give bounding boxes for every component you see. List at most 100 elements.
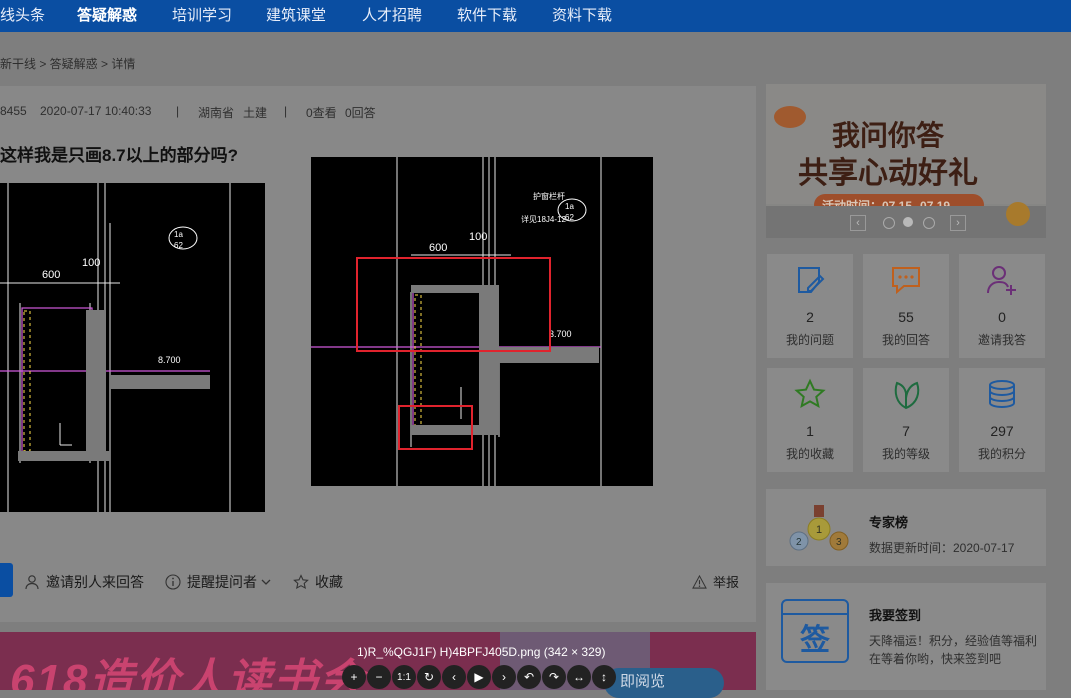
rotate-left-button[interactable]: ↶ — [517, 665, 541, 689]
collect-label: 收藏 — [315, 574, 343, 590]
highlight-box-top — [356, 257, 551, 352]
dim-label-100: 100 — [469, 231, 487, 243]
svg-text:3: 3 — [836, 537, 842, 548]
top-nav: 线头条 答疑解惑 培训学习 建筑课堂 人才招聘 软件下载 资料下载 — [0, 0, 1071, 32]
stat-card-favorites[interactable]: 1 我的收藏 — [767, 368, 853, 472]
add-user-icon — [987, 266, 1016, 295]
report-button[interactable]: 举报 — [692, 572, 739, 591]
stat-value: 0 — [998, 309, 1006, 325]
star-outline-icon — [293, 574, 309, 590]
question-image-2[interactable]: 600 100 3.700 护窗栏杆 详见18J4-12 1a 62 — [311, 157, 653, 486]
viewer-caption: 1)R_%QGJ1F) H)4BPFJ405D.png (342 × 329) — [357, 645, 606, 659]
dim-label-100: 100 — [82, 257, 100, 269]
question-location: 湖南省 — [198, 106, 235, 120]
carousel-dot-2[interactable] — [903, 217, 913, 227]
signin-icon-char: 签 — [800, 624, 830, 657]
question-answers: 0回答 — [345, 106, 376, 120]
promo-line2: 共享心动好礼 — [798, 157, 978, 190]
dim-label-600: 600 — [429, 242, 447, 254]
alarm-clock-icon — [1006, 202, 1030, 226]
signin-title: 我要签到 — [869, 608, 922, 623]
nav-item-qa[interactable]: 答疑解惑 — [77, 4, 137, 25]
experts-panel[interactable]: 2 1 3 专家榜 数据更新时间：2020-07-17 — [766, 489, 1046, 566]
nav-item-docs[interactable]: 资料下载 — [552, 4, 612, 25]
question-title: 这样我是只画8.7以上的部分吗? — [0, 146, 239, 165]
stat-card-answers[interactable]: 55 我的回答 — [863, 254, 949, 358]
dim-label-600: 600 — [42, 269, 60, 281]
star-icon — [794, 378, 826, 408]
stat-value: 2 — [806, 309, 814, 325]
stat-label: 我的收藏 — [785, 447, 834, 461]
carousel-dot-3[interactable] — [923, 217, 935, 229]
invite-label: 邀请别人来回答 — [46, 574, 144, 590]
circle-top-label: 1a — [174, 230, 183, 239]
chevron-down-icon — [261, 579, 271, 585]
flip-vertical-button[interactable]: ↕ — [592, 665, 616, 689]
experts-updated: 数据更新时间：2020-07-17 — [869, 541, 1015, 555]
answer-button[interactable] — [0, 563, 13, 597]
nav-item-training[interactable]: 培训学习 — [172, 4, 232, 25]
elevation-label: 3.700 — [549, 329, 572, 339]
read-now-button[interactable]: 即阅览 — [604, 668, 724, 698]
stat-value: 297 — [990, 423, 1014, 439]
signin-text: 天降福运！积分，经验值等福利在等着你哟，快来签到吧 — [869, 634, 1038, 666]
reset-button[interactable]: ↻ — [417, 665, 441, 689]
zoom-in-button[interactable]: + — [342, 665, 366, 689]
stat-card-level[interactable]: 7 我的等级 — [863, 368, 949, 472]
remind-asker-button[interactable]: 提醒提问者 — [165, 572, 278, 592]
viewer-toolbar: + − 1:1 ↻ ‹ ▶ › ↶ ↷ ↔ ↕ — [342, 665, 616, 689]
stat-label: 我的等级 — [881, 447, 930, 461]
qa-promo-carousel[interactable]: 我问你答 共享心动好礼 活动时间：07.15--07.19 ‹ › — [766, 84, 1046, 238]
report-label: 举报 — [713, 575, 740, 590]
stat-card-invitations[interactable]: 0 邀请我答 — [959, 254, 1045, 358]
meta-separator: | — [284, 104, 288, 118]
question-datetime: 2020-07-17 10:40:33 — [40, 104, 152, 118]
flip-horizontal-button[interactable]: ↔ — [567, 665, 591, 689]
stat-label: 邀请我答 — [977, 333, 1026, 347]
next-image-button[interactable]: › — [492, 665, 516, 689]
stat-label: 我的问题 — [785, 333, 834, 347]
rotate-right-button[interactable]: ↷ — [542, 665, 566, 689]
medals-icon: 2 1 3 — [789, 505, 849, 551]
user-icon — [25, 575, 39, 590]
decor-blob — [774, 106, 806, 128]
actual-size-button[interactable]: 1:1 — [392, 665, 416, 689]
experts-title: 专家榜 — [869, 515, 909, 530]
stat-label: 我的回答 — [881, 333, 930, 347]
signin-panel[interactable]: 签 我要签到 天降福运！积分，经验值等福利在等着你哟，快来签到吧 — [766, 583, 1046, 690]
prev-image-button[interactable]: ‹ — [442, 665, 466, 689]
breadcrumb[interactable]: 新干线 > 答疑解惑 > 详情 — [0, 55, 135, 72]
chat-bubble-icon — [892, 267, 920, 295]
leaf-icon — [894, 381, 920, 410]
elevation-label: 8.700 — [158, 355, 181, 365]
carousel-next-button[interactable]: › — [950, 215, 966, 231]
stat-value: 1 — [806, 423, 814, 439]
question-views: 0查看 — [306, 106, 337, 120]
collect-button[interactable]: 收藏 — [293, 572, 343, 592]
stat-label: 我的积分 — [977, 447, 1026, 461]
invite-answer-button[interactable]: 邀请别人来回答 — [24, 572, 144, 592]
nav-item-jobs[interactable]: 人才招聘 — [362, 4, 422, 25]
play-button[interactable]: ▶ — [467, 665, 491, 689]
warning-icon — [692, 574, 707, 589]
meta-separator: | — [176, 104, 180, 118]
coins-icon — [989, 380, 1015, 409]
remind-label: 提醒提问者 — [187, 574, 257, 590]
calendar-icon: 签 — [781, 599, 849, 663]
svg-text:1: 1 — [816, 524, 822, 536]
nav-item-software[interactable]: 软件下载 — [457, 4, 517, 25]
question-image-1[interactable]: 600 100 8.700 1a 62 — [0, 183, 265, 512]
stat-value: 55 — [898, 309, 914, 325]
carousel-prev-button[interactable]: ‹ — [850, 215, 866, 231]
stat-card-points[interactable]: 297 我的积分 — [959, 368, 1045, 472]
zoom-out-button[interactable]: − — [367, 665, 391, 689]
stat-card-questions[interactable]: 2 我的问题 — [767, 254, 853, 358]
question-user-id[interactable]: 8455 — [0, 104, 27, 118]
info-icon — [165, 574, 181, 590]
circle-top-label: 1a — [565, 202, 574, 211]
nav-item-class[interactable]: 建筑课堂 — [266, 4, 326, 25]
question-category: 土建 — [243, 106, 268, 120]
rebar-label: 护窗栏杆 — [533, 191, 565, 201]
carousel-dot-1[interactable] — [883, 217, 895, 229]
nav-item-headlines[interactable]: 线头条 — [0, 4, 45, 25]
